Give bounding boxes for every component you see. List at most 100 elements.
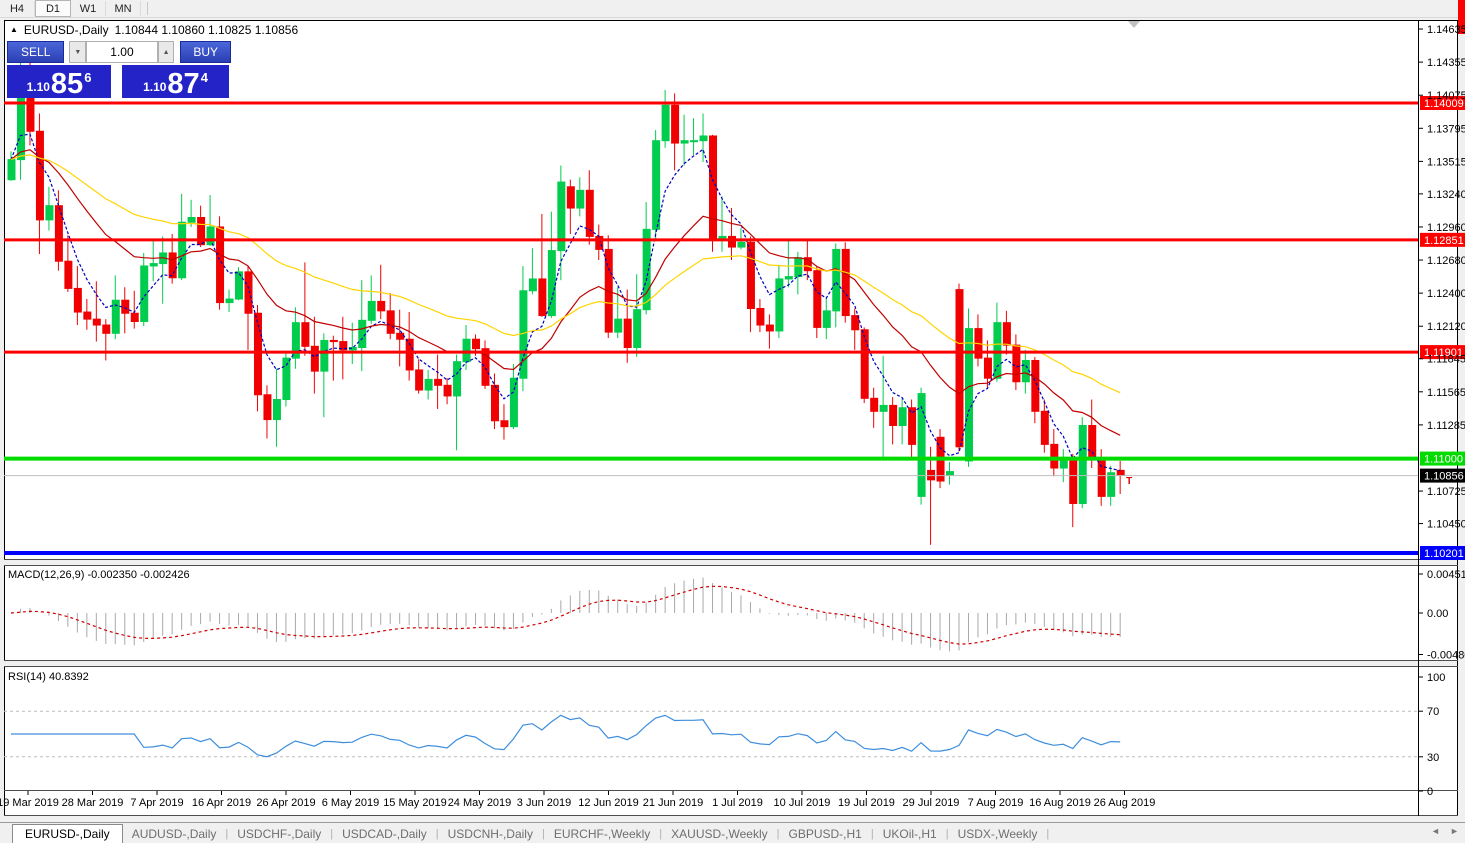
macd-tick-label: -0.004806 xyxy=(1427,649,1465,661)
date-label[interactable]: 19 Mar 2019 xyxy=(0,797,59,809)
price-tick-label: 1.12680 xyxy=(1427,255,1465,267)
candle-body xyxy=(501,421,508,427)
date-label[interactable]: 26 Apr 2019 xyxy=(256,797,315,809)
macd-tick-label: 0.00 xyxy=(1427,608,1448,620)
date-label[interactable]: 1 Jul 2019 xyxy=(712,797,763,809)
tab-separator: | xyxy=(1046,828,1049,840)
candle-body xyxy=(302,323,309,347)
price-tick-label: 1.10725 xyxy=(1427,486,1465,498)
scroll-to-end-icon[interactable] xyxy=(1128,21,1140,28)
candle-body xyxy=(700,136,707,141)
date-label[interactable]: 28 Mar 2019 xyxy=(62,797,124,809)
candle-body xyxy=(624,319,631,347)
axis-level-plate-label: 1.12851 xyxy=(1424,235,1464,247)
candle-body xyxy=(662,105,669,140)
volume-decrease-button[interactable]: ▼ xyxy=(69,41,86,63)
candle-body xyxy=(207,227,214,245)
rsi-tick-label: 100 xyxy=(1427,672,1445,684)
candle-body xyxy=(567,187,574,208)
candle-body xyxy=(785,277,792,279)
chart-tab-audusd[interactable]: AUDUSD-,Daily xyxy=(123,825,226,843)
date-label[interactable]: 10 Jul 2019 xyxy=(774,797,831,809)
chart-tab-bar: EURUSD-,DailyAUDUSD-,Daily | USDCHF-,Daily… xyxy=(0,822,1465,843)
candle-body xyxy=(728,236,735,247)
candle-body xyxy=(463,339,470,361)
candle-body xyxy=(757,308,764,325)
chart-title: ▲ EURUSD-,Daily 1.10844 1.10860 1.10825 … xyxy=(10,23,298,37)
candle-body xyxy=(93,319,100,325)
price-tick-label: 1.12400 xyxy=(1427,288,1465,300)
candle-body xyxy=(188,218,195,223)
one-click-trading-panel: SELL ▼ 1.00 ▲ BUY 1.10 85 6 1.10 87 4 xyxy=(7,41,231,98)
date-label[interactable]: 3 Jun 2019 xyxy=(517,797,571,809)
candle-body xyxy=(491,385,498,420)
date-label[interactable]: 19 Jul 2019 xyxy=(838,797,895,809)
date-label[interactable]: 16 Aug 2019 xyxy=(1029,797,1091,809)
candle-body xyxy=(1089,425,1096,458)
candle-body xyxy=(1060,461,1067,468)
candle-body xyxy=(65,261,72,288)
date-label[interactable]: 7 Aug 2019 xyxy=(968,797,1024,809)
sell-button[interactable]: SELL xyxy=(7,41,64,63)
candle-body xyxy=(245,272,252,313)
macd-tick-label: 0.004517 xyxy=(1427,569,1465,581)
candle-body xyxy=(776,279,783,331)
candle-body xyxy=(634,310,641,348)
candle-body xyxy=(17,88,24,160)
candle-body xyxy=(909,408,916,445)
chart-tab-xauusd[interactable]: XAUUSD-,Weekly xyxy=(662,825,776,843)
buy-button[interactable]: BUY xyxy=(180,41,231,63)
chart-canvas[interactable]: 1.140091.128511.119011.110001.102011.108… xyxy=(0,0,1465,843)
sell-price-display[interactable]: 1.10 85 6 xyxy=(7,65,111,98)
chart-tab-usdcad[interactable]: USDCAD-,Daily xyxy=(333,825,436,843)
price-tick-label: 1.10450 xyxy=(1427,519,1465,531)
sell-marker-icon[interactable]: T xyxy=(1126,476,1132,487)
sell-price-prefix: 1.10 xyxy=(27,80,50,94)
price-tick-label: 1.13240 xyxy=(1427,189,1465,201)
price-tick-label: 1.14355 xyxy=(1427,57,1465,69)
candle-body xyxy=(833,249,840,310)
candle-body xyxy=(416,370,423,390)
date-label[interactable]: 29 Jul 2019 xyxy=(903,797,960,809)
date-label[interactable]: 26 Aug 2019 xyxy=(1094,797,1156,809)
date-label[interactable]: 6 May 2019 xyxy=(322,797,379,809)
chart-tab-usdchf[interactable]: USDCHF-,Daily xyxy=(228,825,330,843)
tabs-scroll-right-button[interactable]: ► xyxy=(1450,826,1459,836)
tabs-scroll-left-button[interactable]: ◄ xyxy=(1431,826,1440,836)
candle-body xyxy=(387,311,394,333)
candle-body xyxy=(1070,461,1077,504)
date-label[interactable]: 21 Jun 2019 xyxy=(643,797,704,809)
candle-body xyxy=(795,258,802,277)
candle-body xyxy=(36,131,43,220)
date-label[interactable]: 24 May 2019 xyxy=(448,797,512,809)
candle-body xyxy=(321,340,328,371)
candle-body xyxy=(444,385,451,396)
chart-tab-gbpusd[interactable]: GBPUSD-,H1 xyxy=(779,825,870,843)
chart-tab-eurusd[interactable]: EURUSD-,Daily xyxy=(12,824,123,843)
candle-body xyxy=(1108,473,1115,497)
candle-body xyxy=(236,272,243,299)
candle-body xyxy=(548,251,555,316)
volume-input[interactable]: 1.00 xyxy=(86,41,157,63)
date-label[interactable]: 12 Jun 2019 xyxy=(578,797,639,809)
rsi-tick-label: 70 xyxy=(1427,706,1439,718)
chart-tab-usdcnh[interactable]: USDCNH-,Daily xyxy=(439,825,542,843)
candle-body xyxy=(899,408,906,426)
candle-body xyxy=(1051,444,1058,468)
candle-body xyxy=(880,405,887,411)
candle-body xyxy=(766,325,773,331)
candle-body xyxy=(529,279,536,291)
chart-tab-ukoil[interactable]: UKOil-,H1 xyxy=(874,825,946,843)
chart-tab-usdx[interactable]: USDX-,Weekly xyxy=(949,825,1047,843)
date-label[interactable]: 7 Apr 2019 xyxy=(130,797,183,809)
volume-increase-button[interactable]: ▲ xyxy=(158,41,175,63)
buy-price-display[interactable]: 1.10 87 4 xyxy=(122,65,229,98)
candle-body xyxy=(1003,323,1010,345)
candle-body xyxy=(103,325,110,333)
candle-body xyxy=(842,249,849,315)
date-label[interactable]: 15 May 2019 xyxy=(383,797,447,809)
date-label[interactable]: 16 Apr 2019 xyxy=(192,797,251,809)
candle-body xyxy=(131,313,138,321)
chart-tab-eurchf[interactable]: EURCHF-,Weekly xyxy=(545,825,659,843)
collapse-arrow-icon[interactable]: ▲ xyxy=(10,25,18,34)
